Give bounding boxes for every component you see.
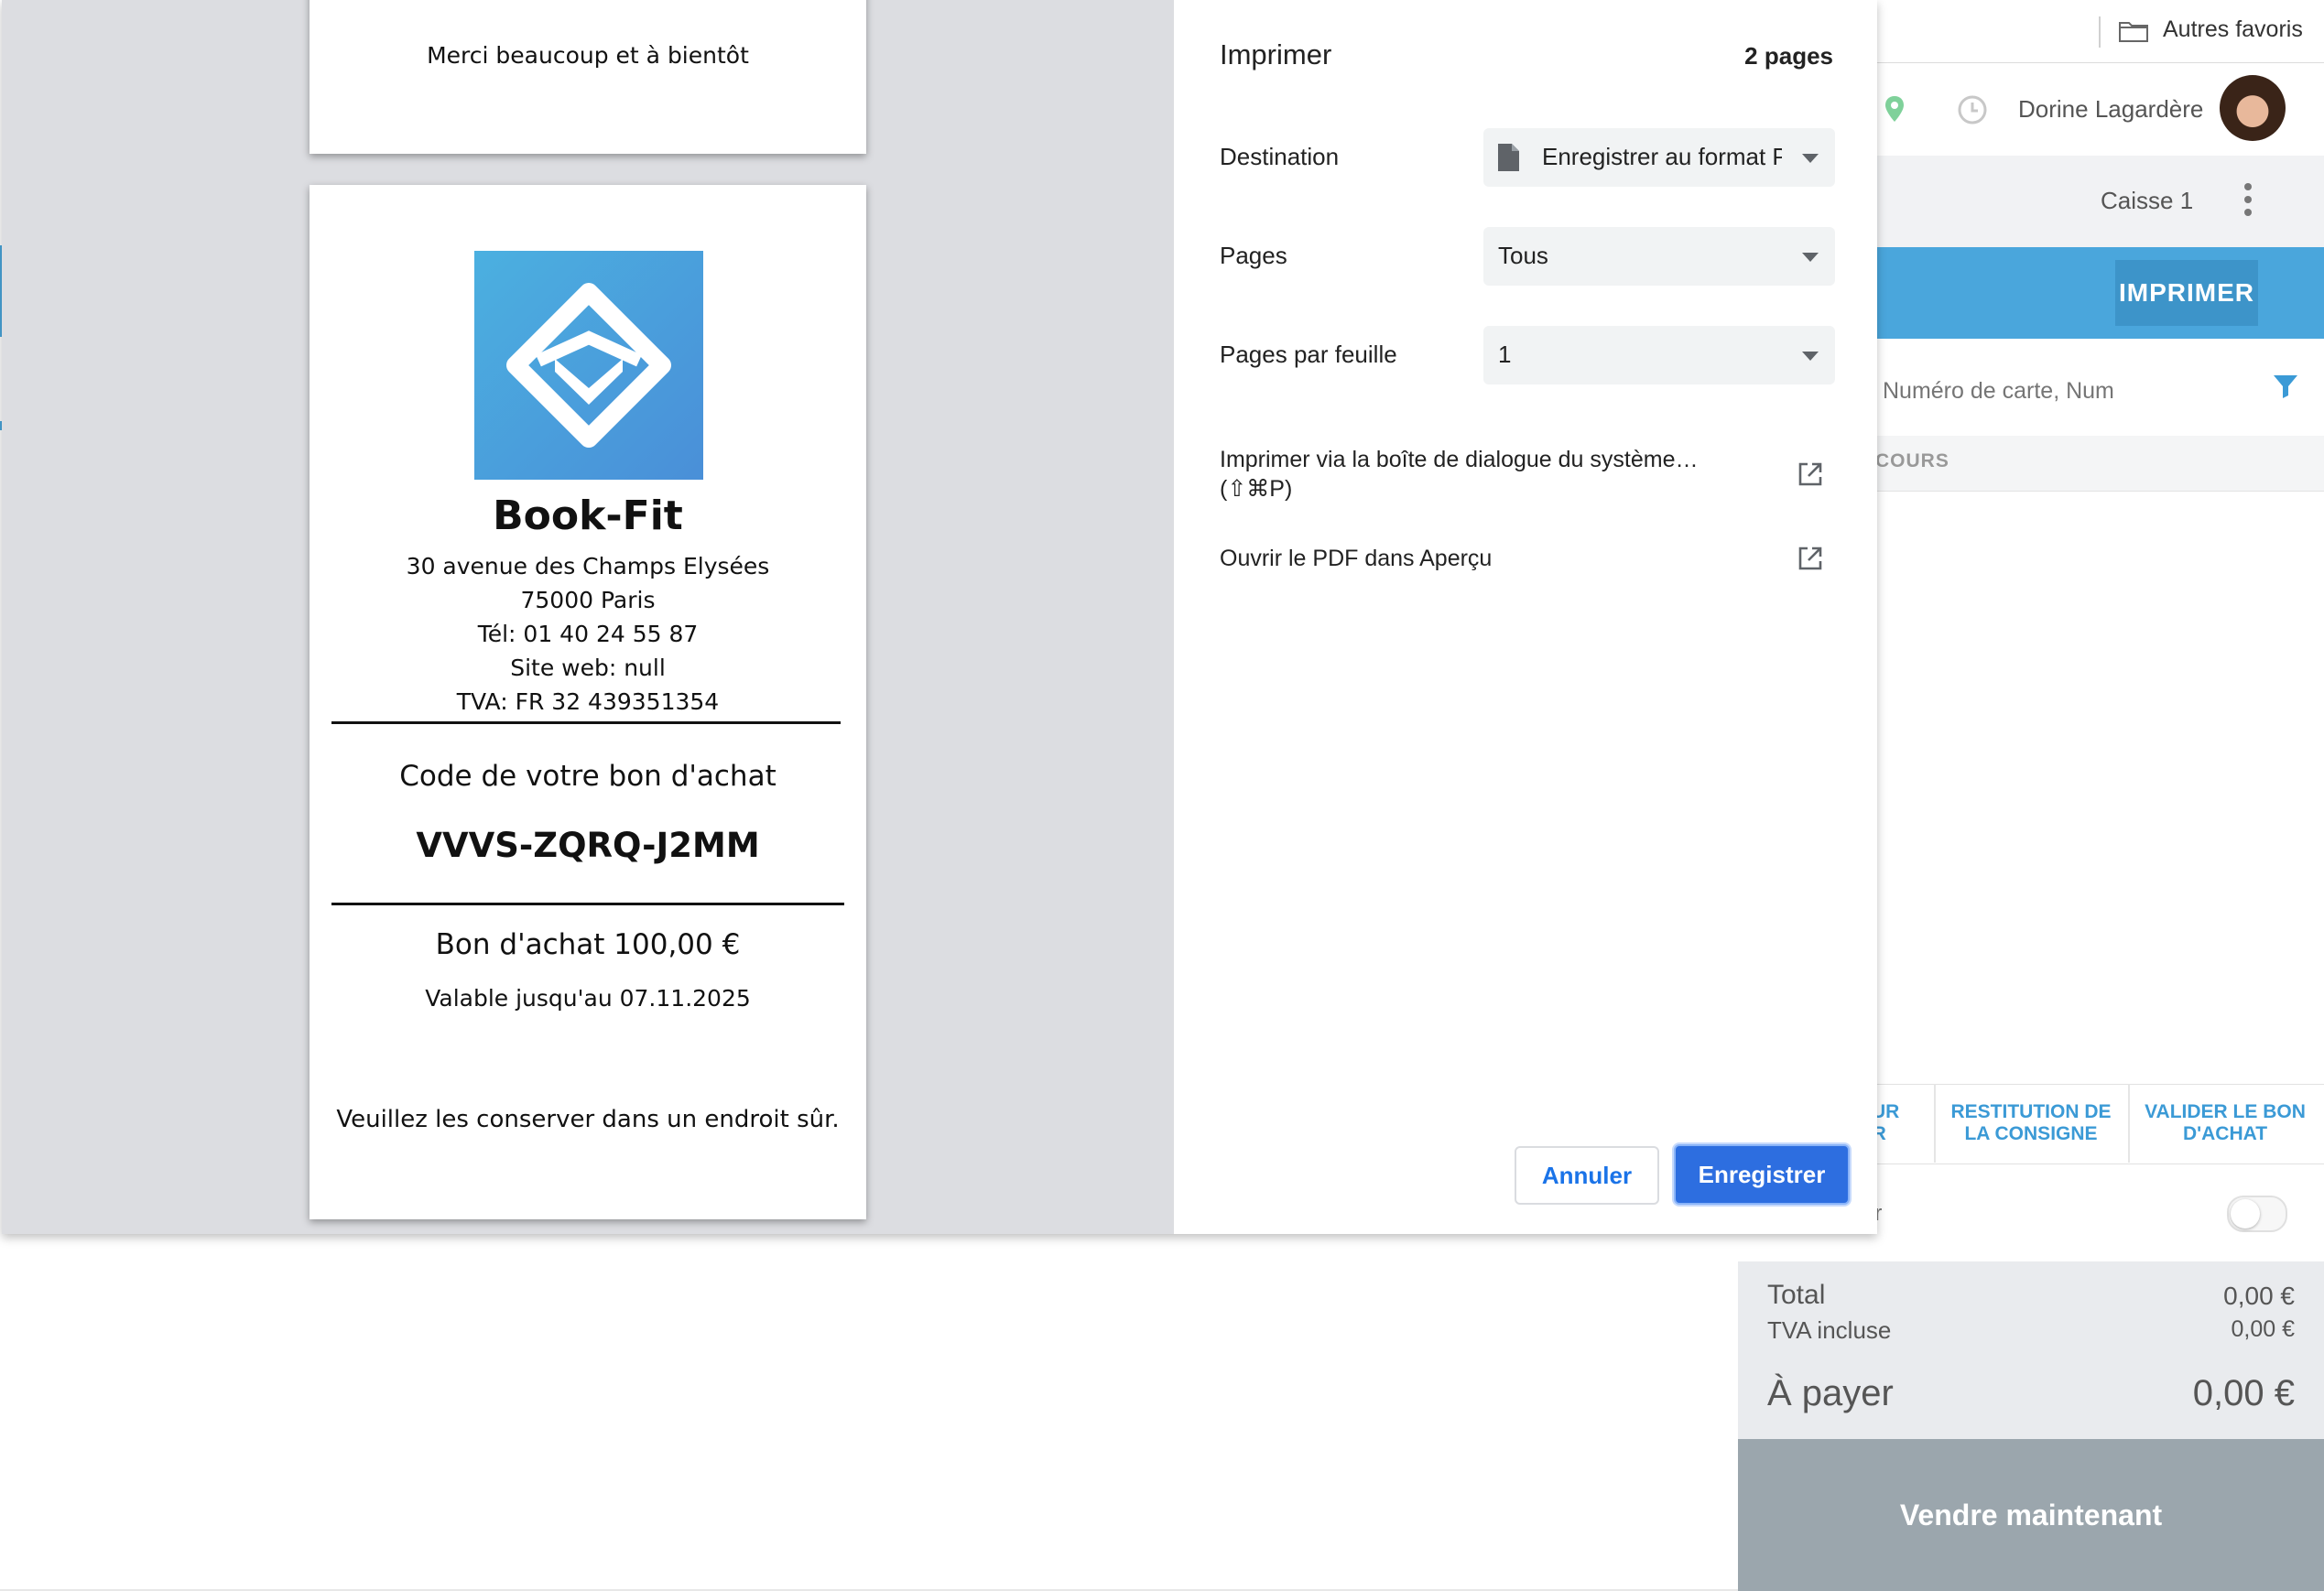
address-line-2: 75000 Paris — [520, 587, 656, 613]
page-count: 2 pages — [1744, 42, 1833, 70]
website: Site web: null — [510, 655, 666, 681]
voucher-amount: Bon d'achat 100,00 € — [435, 928, 741, 961]
voucher-code-title: Code de votre bon d'achat — [399, 760, 776, 793]
print-button[interactable]: IMPRIMER — [2115, 260, 2258, 326]
clock-icon[interactable] — [1958, 95, 1987, 124]
print-preview-area[interactable]: Merci beaucoup et à bientôt Book-Fit 30 … — [2, 0, 1174, 1234]
dialog-title: Imprimer — [1220, 38, 1332, 70]
pages-per-sheet-value: 1 — [1498, 341, 1512, 368]
address-line-1: 30 avenue des Champs Elysées — [406, 553, 770, 579]
divider — [331, 903, 844, 905]
chevron-down-icon — [1802, 154, 1819, 163]
divider — [331, 721, 841, 724]
chevron-down-icon — [1802, 352, 1819, 361]
system-dialog-link[interactable]: Imprimer via la boîte de dialogue du sys… — [1220, 445, 1698, 503]
phone-number: Tél: 01 40 24 55 87 — [477, 621, 699, 647]
option-toggle[interactable] — [2227, 1196, 2287, 1232]
folder-icon — [2119, 22, 2148, 42]
deposit-return-button[interactable]: RESTITUTION DE LA CONSIGNE — [1936, 1084, 2126, 1163]
location-pin-icon[interactable] — [1884, 95, 1905, 123]
sell-now-button[interactable]: Vendre maintenant — [1738, 1439, 2324, 1591]
chevron-down-icon — [1802, 253, 1819, 262]
keep-safe-note: Veuillez les conserver dans un endroit s… — [336, 1106, 840, 1133]
preview-page-1: Merci beaucoup et à bientôt — [310, 0, 866, 154]
amount-due-value: 0,00 € — [2192, 1373, 2295, 1413]
total-label: Total — [1767, 1280, 1826, 1310]
open-pdf-preview-link[interactable]: Ouvrir le PDF dans Aperçu — [1220, 544, 1492, 573]
pages-per-sheet-select[interactable]: 1 — [1483, 326, 1835, 384]
total-value: 0,00 € — [2223, 1282, 2295, 1310]
card-search-input[interactable] — [1881, 372, 2269, 410]
bookmarks-separator — [2099, 16, 2101, 48]
book-fit-logo — [474, 251, 703, 480]
thank-you-text: Merci beaucoup et à bientôt — [427, 42, 749, 69]
open-external-icon[interactable] — [1797, 545, 1824, 572]
voucher-code: VVVS-ZQRQ-J2MM — [416, 826, 760, 865]
section-label: COURS — [1875, 450, 1949, 471]
pages-label: Pages — [1220, 242, 1287, 269]
other-bookmarks-link[interactable]: Autres favoris — [2163, 16, 2303, 43]
amount-due-label: À payer — [1767, 1373, 1894, 1413]
system-dialog-shortcut: (⇧⌘P) — [1220, 476, 1293, 502]
user-name[interactable]: Dorine Lagardère — [2018, 95, 2203, 124]
vat-value: 0,00 € — [2231, 1316, 2295, 1342]
pages-per-sheet-label: Pages par feuille — [1220, 341, 1397, 368]
pages-select[interactable]: Tous — [1483, 227, 1835, 286]
valid-until: Valable jusqu'au 07.11.2025 — [425, 985, 751, 1012]
destination-value: Enregistrer au format PDF — [1542, 143, 1782, 170]
cancel-button[interactable]: Annuler — [1515, 1146, 1659, 1205]
register-name[interactable]: Caisse 1 — [2101, 187, 2193, 215]
store-name: Book-Fit — [493, 492, 683, 539]
document-icon — [1498, 144, 1519, 171]
vat-label: TVA incluse — [1767, 1316, 1892, 1344]
pages-value: Tous — [1498, 242, 1548, 269]
print-settings-panel: Imprimer 2 pages Destination Enregistrer… — [1174, 0, 1877, 1234]
filter-icon[interactable] — [2271, 372, 2300, 401]
destination-label: Destination — [1220, 143, 1340, 170]
save-button[interactable]: Enregistrer — [1674, 1144, 1850, 1205]
preview-page-2: Book-Fit 30 avenue des Champs Elysées 75… — [310, 185, 866, 1219]
print-dialog: Merci beaucoup et à bientôt Book-Fit 30 … — [2, 0, 1877, 1234]
destination-select[interactable]: Enregistrer au format PDF — [1483, 128, 1835, 187]
validate-voucher-button[interactable]: VALIDER LE BON D'ACHAT — [2130, 1084, 2320, 1163]
system-dialog-text: Imprimer via la boîte de dialogue du sys… — [1220, 447, 1699, 472]
more-options-icon[interactable] — [2242, 183, 2254, 220]
avatar[interactable] — [2220, 75, 2286, 141]
open-external-icon[interactable] — [1797, 460, 1824, 488]
vat-number: TVA: FR 32 439351354 — [456, 688, 720, 715]
